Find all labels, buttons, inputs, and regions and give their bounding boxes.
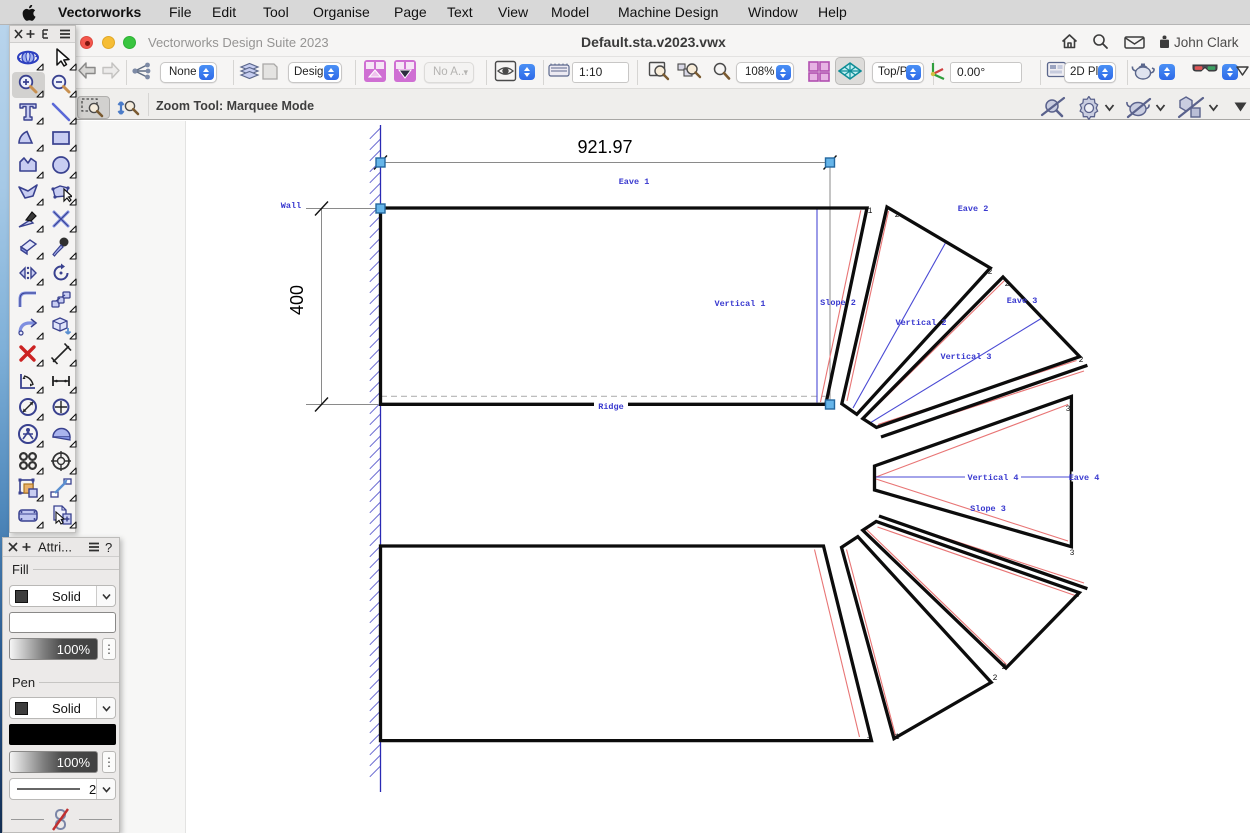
svg-text:Ridge: Ridge bbox=[598, 402, 624, 412]
svg-text:400: 400 bbox=[287, 285, 307, 315]
svg-text:1: 1 bbox=[867, 736, 872, 745]
svg-text:Vertical 4: Vertical 4 bbox=[967, 473, 1018, 483]
svg-text:?: ? bbox=[105, 540, 112, 555]
svg-text:1: 1 bbox=[868, 207, 873, 216]
svg-text:Eave 1: Eave 1 bbox=[619, 177, 650, 187]
svg-text:Vertical 3: Vertical 3 bbox=[940, 352, 991, 362]
svg-text:Eave 3: Eave 3 bbox=[1007, 296, 1038, 306]
svg-text:Vertical 1: Vertical 1 bbox=[714, 299, 765, 309]
svg-text:2: 2 bbox=[993, 674, 998, 683]
svg-text:2: 2 bbox=[895, 211, 900, 220]
svg-text:2: 2 bbox=[1005, 280, 1010, 289]
svg-text:Eave 2: Eave 2 bbox=[958, 204, 989, 214]
svg-text:Eave 4: Eave 4 bbox=[1069, 473, 1100, 483]
svg-text:Vertical 2: Vertical 2 bbox=[895, 318, 946, 328]
svg-text:2: 2 bbox=[1002, 663, 1007, 672]
svg-text:1: 1 bbox=[895, 733, 900, 742]
svg-text:3: 3 bbox=[1070, 549, 1075, 558]
svg-text:921.97: 921.97 bbox=[577, 137, 632, 157]
svg-text:2: 2 bbox=[988, 268, 993, 277]
svg-text:3: 3 bbox=[1075, 591, 1080, 600]
svg-text:Slope 3: Slope 3 bbox=[970, 504, 1006, 514]
svg-text:Slope 2: Slope 2 bbox=[820, 298, 856, 308]
svg-text:Attri...: Attri... bbox=[38, 540, 72, 555]
svg-text:2: 2 bbox=[1079, 356, 1084, 365]
svg-text:Wall: Wall bbox=[281, 201, 301, 211]
svg-text:3: 3 bbox=[1066, 405, 1071, 414]
